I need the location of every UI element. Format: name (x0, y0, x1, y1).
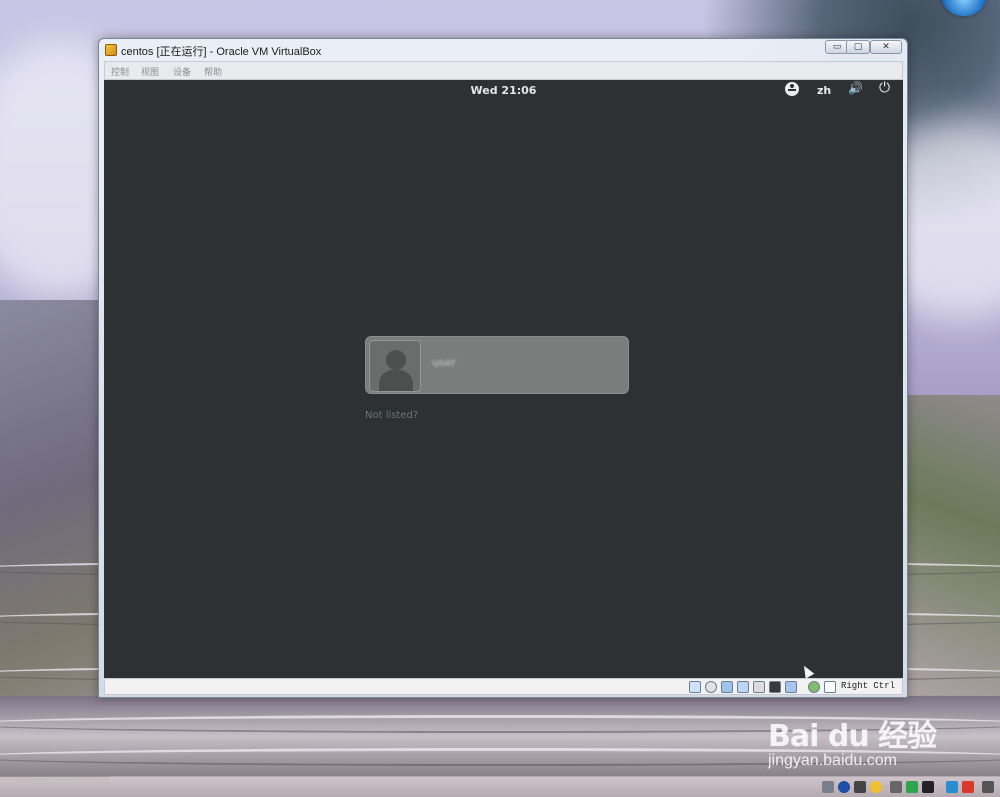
baidu-watermark-logo: Bai du 经验 (768, 719, 937, 754)
power-icon[interactable]: ⏻ (879, 80, 890, 96)
security-tray-icon[interactable] (906, 781, 918, 793)
vm-statusbar: Right Ctrl (104, 678, 903, 695)
avatar-head (386, 350, 406, 370)
user-name-label: user (432, 356, 456, 369)
optical-drive-icon[interactable] (705, 681, 717, 693)
usb-icon[interactable] (721, 681, 733, 693)
wallpaper-terraces-right (905, 395, 1000, 695)
avatar (369, 340, 421, 392)
mouse-pointer-icon (799, 663, 815, 678)
menu-control[interactable]: 控制 (111, 65, 129, 78)
keyboard-capture-icon[interactable] (824, 681, 836, 693)
virtualbox-window: centos [正在运行] - Oracle VM VirtualBox ▭ ▢… (98, 38, 908, 698)
maximize-button[interactable]: ▢ (846, 40, 870, 54)
volume-icon[interactable]: 🔊 (848, 81, 863, 95)
display-icon[interactable] (769, 681, 781, 693)
media-tray-icon[interactable] (922, 781, 934, 793)
menu-devices[interactable]: 设备 (173, 65, 191, 78)
guest-additions-icon[interactable] (808, 681, 820, 693)
menu-view[interactable]: 视图 (141, 65, 159, 78)
keyboard-tray-icon[interactable] (822, 781, 834, 793)
smiley-tray-icon[interactable] (870, 781, 882, 793)
pen-tray-icon[interactable] (854, 781, 866, 793)
network-icon[interactable] (737, 681, 749, 693)
host-key-label: Right Ctrl (841, 681, 896, 691)
shield-tray-icon[interactable] (962, 781, 974, 793)
menu-help[interactable]: 帮助 (204, 65, 222, 78)
host-taskbar (0, 777, 1000, 797)
virtualbox-app-icon (105, 44, 117, 56)
close-button[interactable]: ✕ (870, 40, 902, 54)
baidu-watermark-url: jingyan.baidu.com (768, 752, 897, 769)
input-language-indicator[interactable]: zh (817, 84, 831, 97)
top-bar-clock[interactable]: Wed 21:06 (104, 84, 903, 97)
help-tray-icon[interactable] (838, 781, 850, 793)
signal-tray-icon[interactable] (890, 781, 902, 793)
user-login-card[interactable]: user (365, 336, 629, 394)
window-title: centos [正在运行] - Oracle VM VirtualBox (121, 46, 322, 58)
network-tray-icon[interactable] (946, 781, 958, 793)
guest-display[interactable]: Wed 21:06 zh 🔊 ⏻ user Not listed? (104, 80, 903, 678)
accessibility-icon[interactable] (785, 82, 799, 96)
video-capture-icon[interactable] (785, 681, 797, 693)
speaker-tray-icon[interactable] (982, 781, 994, 793)
hard-disk-icon[interactable] (689, 681, 701, 693)
avatar-body (379, 370, 413, 391)
not-listed-link[interactable]: Not listed? (365, 410, 418, 421)
window-titlebar[interactable]: centos [正在运行] - Oracle VM VirtualBox ▭ ▢… (99, 39, 907, 61)
menubar: 控制 视图 设备 帮助 (104, 61, 903, 80)
shared-folders-icon[interactable] (753, 681, 765, 693)
